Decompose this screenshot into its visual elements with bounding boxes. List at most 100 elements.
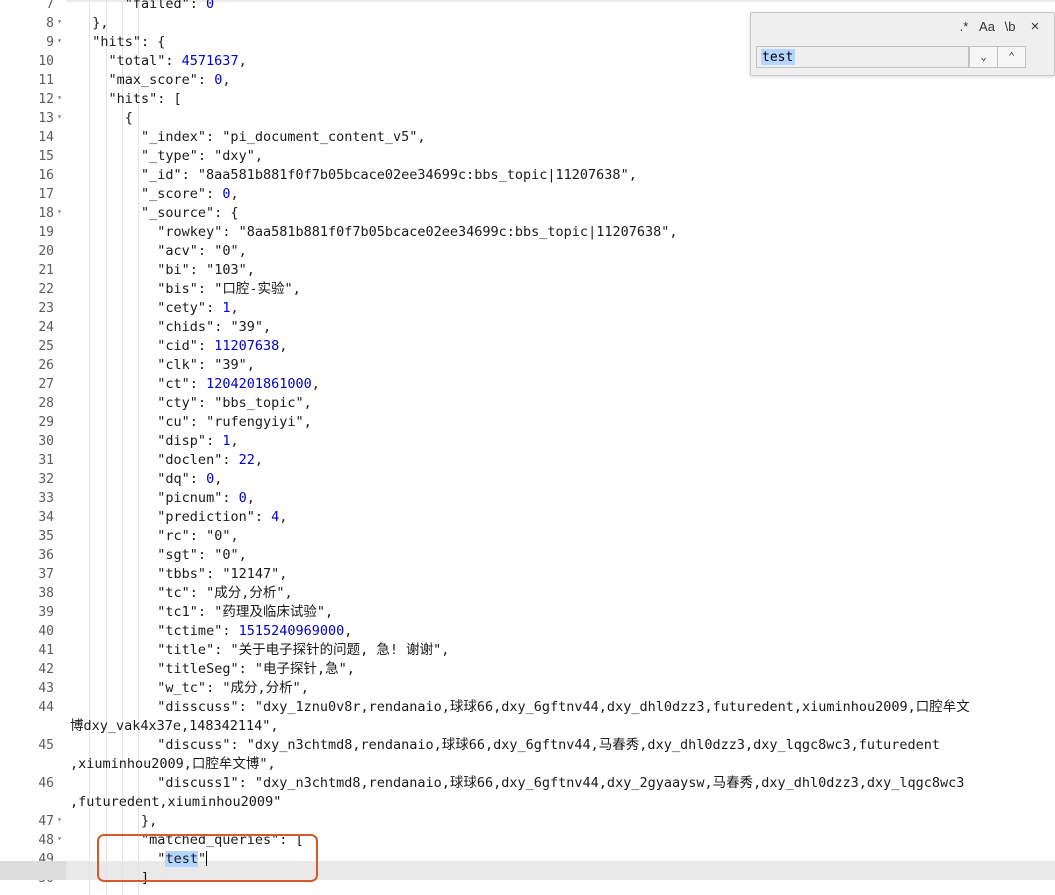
code-line[interactable]: "disscuss": "dxy_1znu0v8r,rendanaio,球球66… [157,698,970,717]
line-number: 31 [38,453,54,468]
code-line[interactable]: "titleSeg": "电子探针,急", [157,660,355,679]
line-number: 40 [38,624,54,639]
code-line[interactable]: "picnum": 0, [157,489,255,508]
line-number: 18 [38,206,54,221]
line-number: 22 [38,282,54,297]
regex-toggle-button[interactable]: .* [953,17,975,37]
code-line[interactable]: "clk": "39", [157,356,255,375]
line-number: 42 [38,662,54,677]
line-number: 21 [38,263,54,278]
fold-arrow-icon[interactable]: ▸ [51,39,70,47]
code-line[interactable]: "title": "关于电子探针的问题, 急! 谢谢", [157,641,449,660]
search-panel: .* Aa \b × ⌄ ⌃ [750,12,1055,76]
fold-arrow-icon[interactable]: ▸ [51,115,70,123]
whole-word-toggle-button[interactable]: \b [999,17,1021,37]
chevron-down-icon[interactable]: ⌄ [969,46,998,68]
code-line[interactable]: "doclen": 22, [157,451,263,470]
code-line-wrap[interactable]: 博dxy_vak4x37e,148342114", [70,717,279,736]
line-number: 46 [38,776,54,791]
line-number: 41 [38,643,54,658]
chevron-up-icon[interactable]: ⌃ [997,46,1026,68]
line-number: 10 [38,54,54,69]
line-number: 32 [38,472,54,487]
line-number: 17 [38,187,54,202]
line-number: 14 [38,130,54,145]
line-number: 37 [38,567,54,582]
close-icon[interactable]: × [1025,17,1045,37]
code-line[interactable]: "_index": "pi_document_content_v5", [141,128,425,147]
line-number: 47 [38,814,54,829]
code-line[interactable]: "_type": "dxy", [141,147,263,166]
code-line[interactable]: "rc": "0", [157,527,238,546]
code-line[interactable]: "ct": 1204201861000, [157,375,320,394]
code-line[interactable]: "_score": 0, [141,185,239,204]
fold-arrow-icon[interactable]: ▸ [51,210,70,218]
code-line[interactable]: "max_score": 0, [109,71,231,90]
code-line[interactable]: "_id": "8aa581b881f0f7b05bcace02ee34699c… [141,166,637,185]
fold-arrow-icon[interactable]: ▸ [51,96,70,104]
line-number: 7 [46,0,54,12]
code-line[interactable]: "hits": [ [109,90,182,109]
code-line[interactable]: "tctime": 1515240969000, [157,622,352,641]
annotation-highlight-box [97,834,318,882]
code-line[interactable]: "discuss": "dxy_n3chtmd8,rendanaio,球球66,… [157,736,940,755]
code-editor[interactable]: 7 8 ▸ 9 ▸ 10 11 12 ▸ 13 ▸ 14 15 16 17 18 ▸ 19 20 21 22 23 24 25… [0,0,1055,895]
line-number: 12 [38,92,54,107]
code-line[interactable]: "bi": "103", [157,261,255,280]
line-number: 26 [38,358,54,373]
fold-arrow-icon[interactable]: ▸ [51,20,70,28]
code-line[interactable]: "tc1": "药理及临床试验", [157,603,333,622]
line-number: 39 [38,605,54,620]
code-line[interactable]: "rowkey": "8aa581b881f0f7b05bcace02ee346… [157,223,677,242]
code-line[interactable]: "total": 4571637, [109,52,247,71]
fold-arrow-icon[interactable]: ▸ [51,837,70,845]
line-number: 33 [38,491,54,506]
line-number: 8 [46,16,54,31]
line-number: 16 [38,168,54,183]
line-number: 43 [38,681,54,696]
search-input[interactable] [756,46,969,68]
line-number: 45 [38,738,54,753]
code-line[interactable]: "w_tc": "成分,分析", [157,679,309,698]
code-line[interactable]: }, [141,812,157,831]
code-line[interactable]: "cid": 11207638, [157,337,287,356]
code-line[interactable]: "tbbs": "12147", [157,565,287,584]
line-number: 30 [38,434,54,449]
active-line-gutter [0,861,66,880]
code-line[interactable]: "discuss1": "dxy_n3chtmd8,rendanaio,球球66… [157,774,964,793]
line-number: 20 [38,244,54,259]
line-number: 28 [38,396,54,411]
code-line[interactable]: "disp": 1, [157,432,238,451]
line-number: 13 [38,111,54,126]
line-number: 44 [38,700,54,715]
code-line[interactable]: "acv": "0", [157,242,246,261]
line-number: 38 [38,586,54,601]
code-line[interactable]: "chids": "39", [157,318,271,337]
case-sensitive-toggle-button[interactable]: Aa [976,17,998,37]
fold-arrow-icon[interactable]: ▸ [51,818,70,826]
line-number: 9 [46,35,54,50]
line-number: 25 [38,339,54,354]
code-line[interactable]: "tc": "成分,分析", [157,584,292,603]
code-line[interactable]: "_source": { [141,204,239,223]
code-line[interactable]: "cety": 1, [157,299,238,318]
code-line[interactable]: { [125,109,133,128]
code-line[interactable]: "sgt": "0", [157,546,246,565]
code-line-wrap[interactable]: ,futuredent,xiuminhou2009" [70,793,281,812]
line-number: 11 [38,73,54,88]
code-line-wrap[interactable]: ,xiuminhou2009,口腔牟文博", [70,755,276,774]
code-line[interactable]: "failed": 0 [125,0,214,14]
line-number-gutter: 7 8 ▸ 9 ▸ 10 11 12 ▸ 13 ▸ 14 15 16 17 18 ▸ 19 20 21 22 23 24 25… [0,0,66,895]
line-number: 24 [38,320,54,335]
line-number: 29 [38,415,54,430]
code-line[interactable]: "bis": "口腔-实验", [157,280,300,299]
line-number: 23 [38,301,54,316]
code-line[interactable]: "cu": "rufengyiyi", [157,413,311,432]
code-line[interactable]: "cty": "bbs_topic", [157,394,311,413]
code-line[interactable]: }, [92,14,108,33]
line-number: 35 [38,529,54,544]
code-line[interactable]: "prediction": 4, [157,508,287,527]
code-line[interactable]: "dq": 0, [157,470,222,489]
line-number: 27 [38,377,54,392]
code-line[interactable]: "hits": { [92,33,165,52]
